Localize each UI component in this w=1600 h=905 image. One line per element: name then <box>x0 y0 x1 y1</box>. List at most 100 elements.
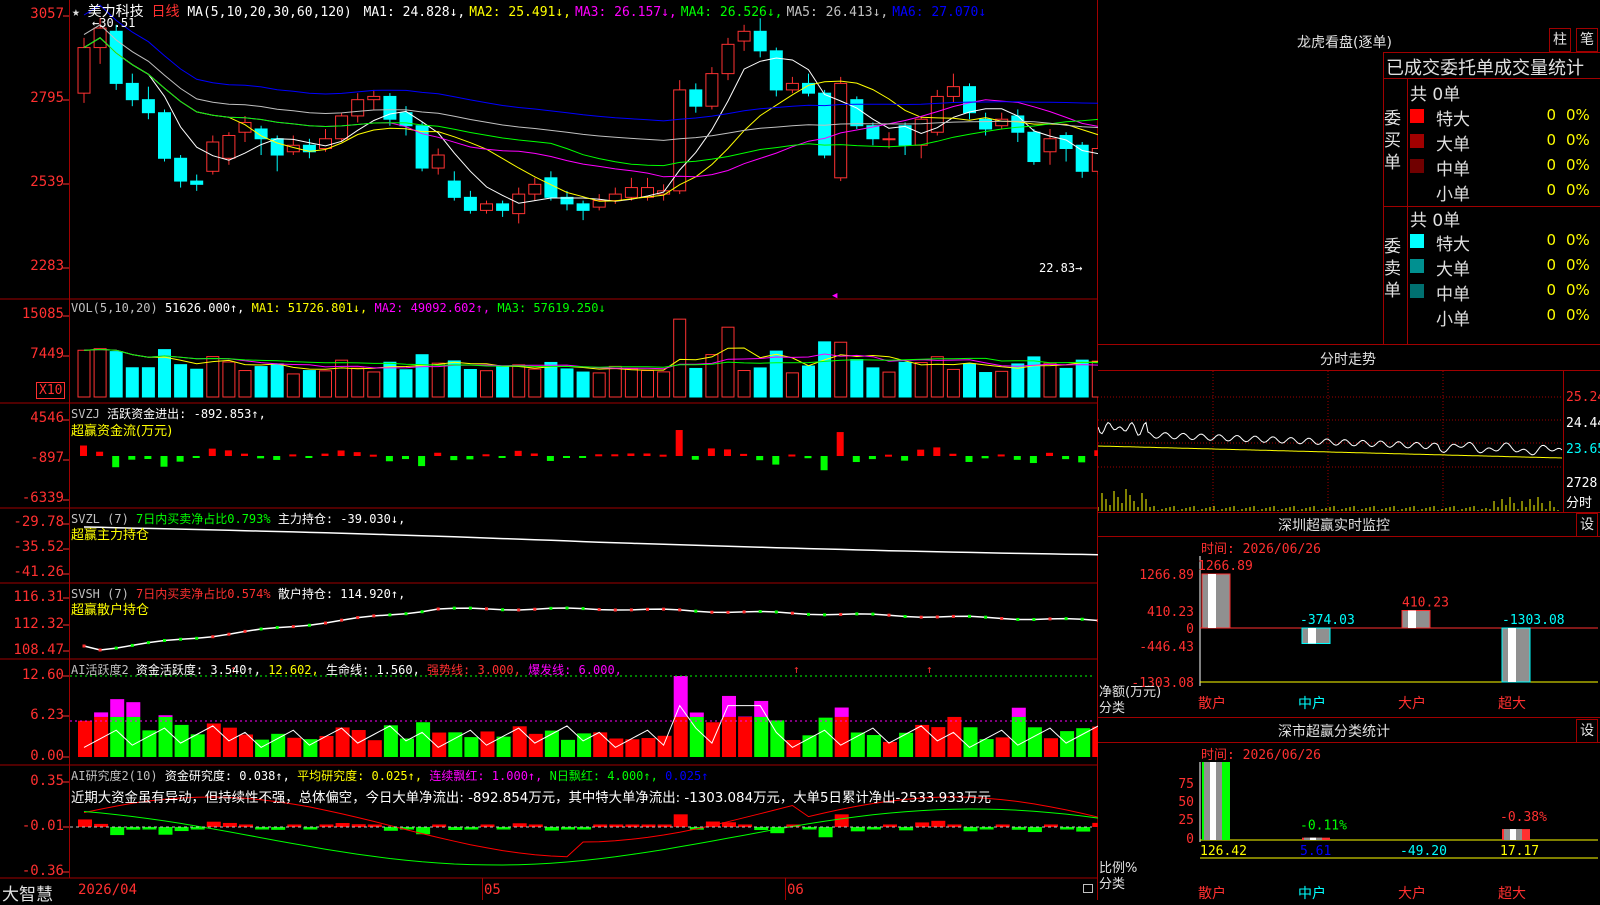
candle <box>336 113 348 142</box>
volume-bar <box>142 368 154 397</box>
retail-holding-dot <box>775 610 778 613</box>
retail-holding-dot <box>920 616 923 619</box>
order-pct: 0% <box>1566 306 1590 324</box>
classify-title: 深市超赢分类统计 <box>1278 721 1390 741</box>
research-bar <box>819 827 833 837</box>
fund-flow-bar <box>692 456 699 460</box>
volume-bar <box>110 352 122 397</box>
fund-flow-bar <box>418 456 425 466</box>
up-arrow-icon: ↑ <box>793 663 800 676</box>
order-swatch <box>1410 134 1424 148</box>
bar-mode-button[interactable]: 柱 <box>1549 28 1571 52</box>
intraday-avg-line <box>1098 446 1562 458</box>
fund-flow-bar <box>1046 453 1053 456</box>
intraday-axis-3: 2728 <box>1566 476 1597 491</box>
fund-flow-bar <box>853 456 860 462</box>
volume-bar <box>674 319 686 397</box>
fund-flow-bar <box>788 455 795 457</box>
fund-flow-bar <box>112 456 119 467</box>
monitor-value-label: -1303.08 <box>1502 613 1565 628</box>
period-label[interactable]: 日线 <box>151 4 179 20</box>
fund-flow-bar <box>563 456 570 458</box>
monitor-category: 超大 <box>1498 696 1526 712</box>
svsh-ratio: 7日内买卖净占比0.574% <box>136 587 271 601</box>
candle <box>255 126 267 155</box>
purple-marker-icon: ◀ <box>832 291 838 301</box>
volume-bar <box>320 371 332 397</box>
volume-bar <box>593 373 605 397</box>
volume-bar <box>561 369 573 397</box>
classify-settings-button[interactable]: 设 <box>1576 719 1598 743</box>
classify-category: 散户 <box>1198 885 1226 900</box>
classify-axis-label: 50 <box>1178 795 1194 810</box>
research-bar <box>271 827 285 830</box>
monitor-settings-button[interactable]: 设 <box>1576 513 1598 537</box>
research-bar <box>416 827 430 834</box>
vol-value: 51626.000↑, <box>165 301 244 315</box>
fund-flow-bar <box>724 449 731 456</box>
volume-bar <box>255 367 267 397</box>
volume-bar <box>448 361 460 397</box>
monitor-value-label: 410.23 <box>1402 596 1449 611</box>
candle <box>159 109 171 161</box>
volume-bar <box>416 355 428 397</box>
retail-holding-dot <box>469 607 472 610</box>
fund-flow-bar <box>273 456 280 460</box>
classify-bar <box>1202 762 1230 840</box>
activity-bar <box>609 738 623 757</box>
retail-holding-dot <box>485 607 488 610</box>
main-chart[interactable]: ↑↑↑ ◀ <box>0 0 1098 900</box>
order-pct: 0% <box>1566 231 1590 249</box>
fund-flow-bar <box>869 456 876 459</box>
ai1-strongline: 强势线: 3.000, <box>427 663 521 677</box>
candle <box>126 74 138 107</box>
candle <box>754 18 766 57</box>
activity-bar <box>271 734 285 757</box>
retail-holding-dot <box>694 610 697 613</box>
retail-holding-dot <box>871 613 874 616</box>
classify-category: 大户 <box>1398 885 1426 900</box>
svzl-value: 主力持仓: -39.030↓, <box>278 512 405 526</box>
order-type: 中单 <box>1436 155 1470 180</box>
fund-flow-bar <box>161 456 168 467</box>
activity-bar <box>287 738 301 757</box>
lock-icon[interactable] <box>1083 884 1093 893</box>
order-swatch <box>1410 259 1424 273</box>
retail-holding-dot <box>614 608 617 611</box>
svzl-axis-1: -35.52 <box>0 539 64 555</box>
ma-value-6: MA6: 27.070↓ <box>892 5 986 20</box>
ma-value-3: MA3: 26.157↓, <box>575 5 677 20</box>
candle <box>175 155 187 188</box>
tick-mode-button[interactable]: 笔 <box>1576 28 1598 52</box>
volume-bar <box>175 365 187 397</box>
retail-holding-dot <box>888 614 891 617</box>
retail-holding-dot <box>276 626 279 629</box>
svsh-value: 散户持仓: 114.920↑, <box>278 587 405 601</box>
ma-line-30 <box>84 38 1098 166</box>
ai2-axis-0: 0.35 <box>0 773 64 789</box>
fund-flow-bar <box>1062 456 1069 459</box>
research-bar <box>320 824 334 827</box>
fund-flow-bar <box>1030 456 1037 463</box>
monitor-time: 时间: 2026/06/26 <box>1201 538 1321 557</box>
classify-top-label: -0.38% <box>1500 810 1547 825</box>
research-bar <box>1028 827 1042 832</box>
svzl-axis-2: -41.26 <box>0 564 64 580</box>
order-row: 中单00% <box>1408 154 1600 178</box>
order-count: 0 <box>1534 231 1556 249</box>
rp-divider-9 <box>1098 742 1600 743</box>
classify-category: 中户 <box>1298 885 1326 900</box>
order-swatch <box>1410 309 1424 323</box>
retail-holding-dot <box>727 611 730 614</box>
favorite-star-icon[interactable]: ★ <box>72 5 80 20</box>
order-count: 0 <box>1534 106 1556 124</box>
volume-bar <box>803 366 815 397</box>
fund-flow-bar <box>128 456 135 460</box>
monitor-axis-label: 1266.89 <box>1139 568 1194 583</box>
candle <box>770 48 782 97</box>
intraday-chart[interactable] <box>1098 371 1600 513</box>
svsh-axis-0: 116.31 <box>0 589 64 605</box>
candle <box>352 93 364 122</box>
volume-bar <box>738 371 750 397</box>
high-price-marker: ←30.51 <box>92 16 135 30</box>
